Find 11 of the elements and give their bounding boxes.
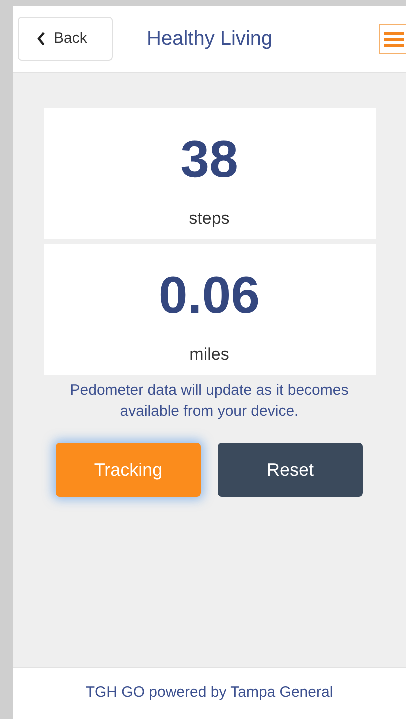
stat-value: 0.06 (158, 266, 260, 327)
footer-text: TGH GO powered by Tampa General (86, 683, 334, 704)
stat-unit: miles (190, 344, 230, 366)
chevron-left-icon (37, 32, 46, 46)
menu-icon[interactable] (379, 24, 406, 54)
page-title: Healthy Living (147, 27, 273, 52)
stat-unit: steps (189, 208, 230, 230)
action-button[interactable]: Reset (218, 443, 363, 497)
info-text: Pedometer data will update as it becomes available from your device. (69, 381, 350, 422)
stat-value: 38 (180, 130, 238, 191)
back-button[interactable]: Back (18, 17, 113, 61)
